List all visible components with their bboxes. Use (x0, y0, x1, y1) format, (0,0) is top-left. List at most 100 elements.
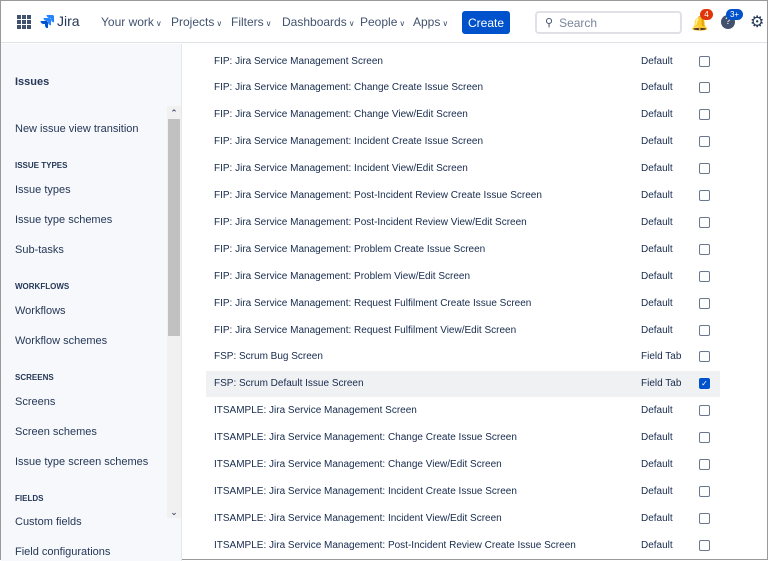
table-row: ITSAMPLE: Jira Service Management: Incid… (206, 478, 720, 504)
table-row: FIP: Jira Service Management: Request Fu… (206, 290, 720, 316)
screen-name[interactable]: FIP: Jira Service Management: Change Vie… (214, 109, 468, 120)
app-switcher-icon[interactable] (17, 15, 31, 29)
tab-name: Default (641, 190, 673, 201)
row-checkbox[interactable] (699, 485, 710, 497)
screen-name[interactable]: FIP: Jira Service Management: Change Cre… (214, 82, 483, 93)
table-row: ITSAMPLE: Jira Service Management Screen… (206, 398, 720, 424)
screen-name[interactable]: FIP: Jira Service Management: Request Fu… (214, 298, 531, 309)
row-checkbox[interactable] (699, 324, 710, 336)
screen-name[interactable]: ITSAMPLE: Jira Service Management Screen (214, 405, 417, 416)
search-input[interactable]: ⚲ Search (535, 11, 682, 34)
screen-name[interactable]: FIP: Jira Service Management Screen (214, 56, 383, 67)
row-checkbox[interactable] (699, 136, 710, 148)
screen-name[interactable]: FIP: Jira Service Management: Post-Incid… (214, 190, 542, 201)
row-checkbox[interactable] (699, 351, 710, 363)
top-nav: Jira Your work ∨ Projects ∨ Filters ∨ Dashboar… (1, 1, 767, 43)
tab-name: Default (641, 405, 673, 417)
sidebar-item[interactable]: New issue view transition (15, 123, 139, 135)
sidebar-item[interactable]: Workflows (15, 305, 66, 317)
nav-people[interactable]: People ∨ (360, 15, 405, 29)
screen-name[interactable]: ITSAMPLE: Jira Service Management: Incid… (214, 486, 517, 497)
settings-icon[interactable]: ⚙ (750, 12, 764, 32)
sidebar-item[interactable]: Custom fields (15, 516, 82, 528)
screen-name[interactable]: ITSAMPLE: Jira Service Management: Incid… (214, 513, 502, 524)
row-checkbox[interactable] (699, 190, 710, 201)
sidebar-item[interactable]: Screens (15, 396, 55, 408)
sidebar-item[interactable]: Sub-tasks (15, 244, 64, 256)
tab-name: Field Tab (641, 378, 682, 390)
screen-name[interactable]: FSP: Scrum Default Issue Screen (214, 378, 364, 389)
table-row: ITSAMPLE: Jira Service Management: Chang… (206, 425, 720, 451)
screen-name[interactable]: FIP: Jira Service Management: Request Fu… (214, 325, 516, 336)
table-row: FIP: Jira Service Management: Change Cre… (206, 75, 720, 101)
sidebar-item[interactable]: Issue type screen schemes (15, 456, 148, 468)
screen-name[interactable]: ITSAMPLE: Jira Service Management: Post-… (214, 540, 576, 551)
sidebar-item[interactable]: Screen schemes (15, 426, 97, 438)
chevron-down-icon: ∨ (348, 19, 355, 28)
tab-name: Default (641, 163, 673, 175)
jira-logo-icon (40, 15, 54, 28)
chevron-down-icon: ∨ (399, 19, 406, 28)
scroll-up-icon[interactable]: ⌃ (167, 108, 181, 119)
screen-name[interactable]: ITSAMPLE: Jira Service Management: Chang… (214, 432, 517, 443)
row-checkbox[interactable] (699, 55, 710, 67)
row-checkbox[interactable] (699, 512, 710, 524)
tab-name: Default (641, 55, 673, 67)
tab-name: Default (641, 459, 673, 470)
nav-apps[interactable]: Apps ∨ (413, 15, 448, 29)
jira-logo[interactable]: Jira (40, 13, 80, 29)
screens-table: FIP: Jira Service Management Screen Defau… (183, 44, 768, 561)
screen-name[interactable]: FIP: Jira Service Management: Problem Vi… (214, 271, 470, 282)
screen-name[interactable]: ITSAMPLE: Jira Service Management: Chang… (214, 459, 502, 470)
tab-name: Default (641, 243, 673, 255)
scroll-down-icon[interactable]: ⌄ (167, 507, 181, 518)
tab-name: Default (641, 109, 673, 121)
row-checkbox[interactable] (699, 405, 710, 417)
nav-filters[interactable]: Filters ∨ (231, 15, 272, 29)
chevron-down-icon: ∨ (265, 19, 272, 28)
table-row: ITSAMPLE: Jira Service Management: Incid… (206, 505, 720, 531)
table-row: FIP: Jira Service Management: Problem Vi… (206, 263, 720, 289)
row-checkbox[interactable] (699, 109, 710, 121)
table-row: FSP: Scrum Default Issue Screen Field Tab… (206, 370, 720, 397)
row-checkbox[interactable] (699, 432, 710, 444)
tab-name: Default (641, 297, 673, 309)
tab-name: Default (641, 82, 673, 94)
table-row: FSP: Scrum Bug Screen Field Tab (206, 344, 720, 370)
search-icon: ⚲ (545, 17, 554, 29)
row-checkbox[interactable] (699, 243, 710, 255)
row-checkbox[interactable]: ✓ (699, 378, 710, 390)
row-checkbox[interactable] (699, 216, 710, 228)
sidebar-item[interactable]: Issue type schemes (15, 214, 112, 226)
table-row: FIP: Jira Service Management: Incident V… (206, 156, 720, 182)
tab-name: Field Tab (641, 351, 682, 363)
row-checkbox[interactable] (699, 270, 710, 282)
row-checkbox[interactable] (699, 459, 710, 470)
tab-name: Default (641, 512, 673, 524)
create-button[interactable]: Create (462, 11, 510, 34)
sidebar-item[interactable]: Workflow schemes (15, 335, 107, 347)
sidebar-section: FIELDS (15, 494, 44, 503)
table-row: FIP: Jira Service Management: Incident C… (206, 129, 720, 155)
tab-name: Default (641, 270, 673, 282)
row-checkbox[interactable] (699, 539, 710, 551)
sidebar-item[interactable]: Field configurations (15, 546, 110, 558)
row-checkbox[interactable] (699, 82, 710, 94)
screen-name[interactable]: FIP: Jira Service Management: Problem Cr… (214, 244, 485, 255)
screen-name[interactable]: FSP: Scrum Bug Screen (214, 351, 323, 362)
table-row: ITSAMPLE: Jira Service Management: Chang… (206, 452, 720, 478)
screen-name[interactable]: FIP: Jira Service Management: Incident C… (214, 136, 483, 147)
sidebar-scrollbar-thumb[interactable] (168, 119, 180, 336)
tab-name: Default (641, 216, 673, 228)
tab-name: Default (641, 136, 673, 148)
nav-dashboards[interactable]: Dashboards ∨ (282, 15, 355, 29)
nav-your-work[interactable]: Your work ∨ (101, 15, 162, 29)
screen-name[interactable]: FIP: Jira Service Management: Incident V… (214, 163, 468, 174)
row-checkbox[interactable] (699, 163, 710, 175)
sidebar-section: SCREENS (15, 373, 54, 382)
row-checkbox[interactable] (699, 297, 710, 309)
nav-projects[interactable]: Projects ∨ (171, 15, 222, 29)
table-row: ITSAMPLE: Jira Service Management: Post-… (206, 532, 720, 558)
screen-name[interactable]: FIP: Jira Service Management: Post-Incid… (214, 217, 527, 228)
sidebar-item[interactable]: Issue types (15, 184, 71, 196)
